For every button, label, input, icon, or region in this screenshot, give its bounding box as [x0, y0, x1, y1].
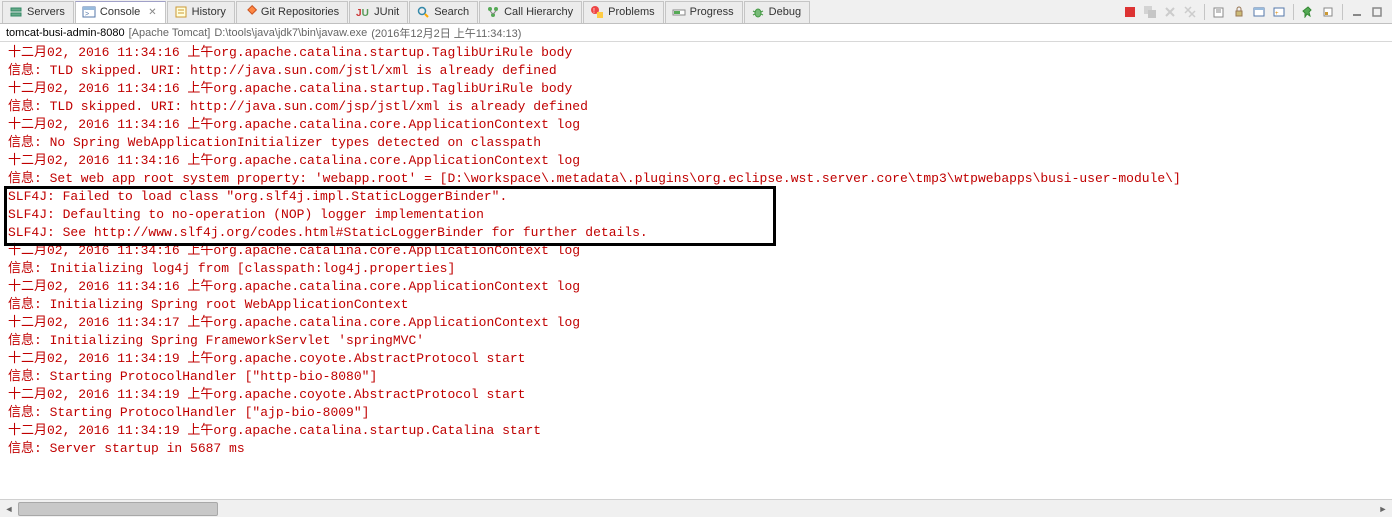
tab-history[interactable]: History: [167, 1, 235, 23]
console-line: 十二月02, 2016 11:34:16 上午org.apache.catali…: [8, 116, 1384, 134]
console-line: 十二月02, 2016 11:34:16 上午org.apache.catali…: [8, 278, 1384, 296]
console-line: SLF4J: See http://www.slf4j.org/codes.ht…: [8, 224, 1384, 242]
servers-icon: [9, 5, 23, 19]
tab-label: JUnit: [374, 6, 399, 18]
tab-callhierarchy[interactable]: Call Hierarchy: [479, 1, 582, 23]
view-tabbar: Servers >_ Console ✕ History Git Reposit…: [0, 0, 1392, 24]
console-process-info: tomcat-busi-admin-8080 [Apache Tomcat] D…: [0, 24, 1392, 42]
launch-timestamp: (2016年12月2日 上午11:34:13): [371, 25, 521, 41]
svg-text:+: +: [1275, 11, 1279, 17]
console-toolbar: +: [1121, 3, 1392, 21]
svg-text:JU: JU: [356, 8, 369, 19]
scroll-lock-button[interactable]: [1230, 3, 1248, 21]
server-type: [Apache Tomcat]: [129, 27, 211, 39]
console-line: 信息: Initializing Spring root WebApplicat…: [8, 296, 1384, 314]
open-console-button[interactable]: +: [1270, 3, 1288, 21]
java-path: D:\tools\java\jdk7\bin\javaw.exe: [214, 27, 367, 39]
tab-servers[interactable]: Servers: [2, 1, 74, 23]
clear-console-button[interactable]: [1210, 3, 1228, 21]
tab-label: Debug: [769, 6, 801, 18]
minimize-button[interactable]: [1348, 3, 1366, 21]
console-line: 信息: Initializing Spring FrameworkServlet…: [8, 332, 1384, 350]
console-line: 信息: TLD skipped. URI: http://java.sun.co…: [8, 98, 1384, 116]
tab-git[interactable]: Git Repositories: [236, 1, 348, 23]
pin-console-button[interactable]: [1299, 3, 1317, 21]
tab-label: History: [192, 6, 226, 18]
tab-problems[interactable]: ! Problems: [583, 1, 663, 23]
console-line: 信息: Starting ProtocolHandler ["ajp-bio-8…: [8, 404, 1384, 422]
call-hierarchy-icon: [486, 5, 500, 19]
separator-icon: [1293, 4, 1294, 20]
console-line: 信息: Starting ProtocolHandler ["http-bio-…: [8, 368, 1384, 386]
debug-icon: [751, 5, 765, 19]
scroll-right-arrow[interactable]: ►: [1375, 501, 1391, 517]
tab-label: Progress: [690, 6, 734, 18]
tab-label: Console: [100, 6, 140, 18]
tab-label: Servers: [27, 6, 65, 18]
console-output[interactable]: 十二月02, 2016 11:34:16 上午org.apache.catali…: [0, 42, 1392, 499]
tab-console[interactable]: >_ Console ✕: [75, 1, 166, 23]
junit-icon: JU: [356, 5, 370, 19]
tab-search[interactable]: Search: [409, 1, 478, 23]
tab-label: Git Repositories: [261, 6, 339, 18]
tab-label: Call Hierarchy: [504, 6, 573, 18]
console-line: 信息: No Spring WebApplicationInitializer …: [8, 134, 1384, 152]
remove-all-button[interactable]: [1181, 3, 1199, 21]
tab-label: Search: [434, 6, 469, 18]
tab-debug[interactable]: Debug: [744, 1, 810, 23]
svg-text:>_: >_: [85, 11, 93, 18]
console-line: 十二月02, 2016 11:34:16 上午org.apache.catali…: [8, 80, 1384, 98]
horizontal-scrollbar[interactable]: ◄ ►: [0, 499, 1392, 517]
console-line: 十二月02, 2016 11:34:17 上午org.apache.catali…: [8, 314, 1384, 332]
scrollbar-thumb[interactable]: [18, 502, 218, 516]
console-line: SLF4J: Defaulting to no-operation (NOP) …: [8, 206, 1384, 224]
history-icon: [174, 5, 188, 19]
search-icon: [416, 5, 430, 19]
console-line: 信息: Initializing log4j from [classpath:l…: [8, 260, 1384, 278]
console-line: 十二月02, 2016 11:34:19 上午org.apache.coyote…: [8, 350, 1384, 368]
console-icon: >_: [82, 5, 96, 19]
tab-progress[interactable]: Progress: [665, 1, 743, 23]
remove-launch-button[interactable]: [1161, 3, 1179, 21]
problems-icon: !: [590, 5, 604, 19]
console-line: 信息: Server startup in 5687 ms: [8, 440, 1384, 458]
separator-icon: [1342, 4, 1343, 20]
console-line: 十二月02, 2016 11:34:19 上午org.apache.coyote…: [8, 386, 1384, 404]
scroll-left-arrow[interactable]: ◄: [1, 501, 17, 517]
separator-icon: [1204, 4, 1205, 20]
terminate-all-button[interactable]: [1141, 3, 1159, 21]
console-line: 十二月02, 2016 11:34:19 上午org.apache.catali…: [8, 422, 1384, 440]
progress-icon: [672, 5, 686, 19]
show-console-button[interactable]: [1250, 3, 1268, 21]
console-line: 信息: TLD skipped. URI: http://java.sun.co…: [8, 62, 1384, 80]
console-line: 十二月02, 2016 11:34:16 上午org.apache.catali…: [8, 44, 1384, 62]
server-name: tomcat-busi-admin-8080: [6, 27, 125, 39]
console-line: 信息: Set web app root system property: 'w…: [8, 170, 1384, 188]
svg-text:!: !: [593, 8, 595, 15]
tab-junit[interactable]: JU JUnit: [349, 1, 408, 23]
console-line: SLF4J: Failed to load class "org.slf4j.i…: [8, 188, 1384, 206]
display-selected-button[interactable]: [1319, 3, 1337, 21]
terminate-button[interactable]: [1121, 3, 1139, 21]
console-line: 十二月02, 2016 11:34:16 上午org.apache.catali…: [8, 242, 1384, 260]
close-icon[interactable]: ✕: [148, 7, 156, 18]
console-line: 十二月02, 2016 11:34:16 上午org.apache.catali…: [8, 152, 1384, 170]
git-icon: [243, 5, 257, 19]
maximize-button[interactable]: [1368, 3, 1386, 21]
tab-label: Problems: [608, 6, 654, 18]
